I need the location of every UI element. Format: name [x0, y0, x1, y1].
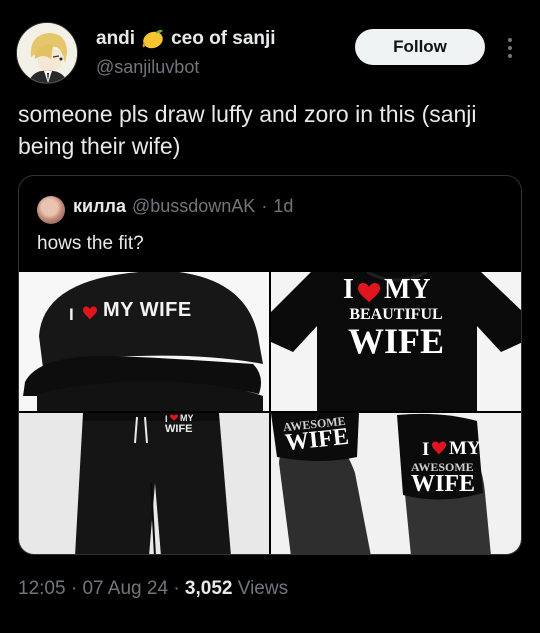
- slide-right-word: WIFE: [411, 471, 476, 497]
- views-count[interactable]: 3,052: [185, 578, 233, 599]
- quote-separator: ·: [261, 196, 268, 216]
- tweet: andi ceo of sanji @sanjiluvbot Follow so…: [0, 0, 540, 633]
- lemon-icon: [141, 28, 165, 50]
- media-grid: I MY WIFE I MY BEAUTIFUL WIFE I MY WIFE …: [19, 272, 521, 554]
- tweet-date[interactable]: 07 Aug 24: [82, 578, 168, 599]
- media-pants-image[interactable]: I MY WIFE: [19, 413, 269, 554]
- tweet-time[interactable]: 12:05: [18, 578, 66, 599]
- media-tshirt-image[interactable]: I MY BEAUTIFUL WIFE: [271, 272, 521, 411]
- tshirt-line-3: WIFE: [347, 321, 444, 361]
- quote-author-name[interactable]: килла: [73, 196, 126, 217]
- media-cap-image[interactable]: I MY WIFE: [19, 272, 269, 411]
- avatar-illustration: [17, 23, 77, 83]
- quote-timestamp[interactable]: 1d: [273, 196, 293, 217]
- cap-print-text: MY WIFE: [103, 299, 192, 321]
- more-options-icon[interactable]: [503, 36, 517, 60]
- author-name-row[interactable]: andi ceo of sanji: [96, 28, 276, 50]
- media-slides-image[interactable]: I AWESOME WIFE MY AWESOME WIFE: [271, 413, 521, 554]
- author-avatar[interactable]: [16, 22, 78, 84]
- tshirt-line-1: MY: [384, 274, 431, 305]
- pants-print-line-2: WIFE: [165, 423, 193, 435]
- svg-text:I: I: [343, 274, 354, 305]
- meta-separator: ·: [173, 578, 180, 599]
- tweet-text: someone pls draw luffy and zoro in this …: [18, 101, 477, 159]
- meta-separator: ·: [70, 578, 78, 599]
- quote-author-avatar[interactable]: [37, 196, 65, 224]
- svg-text:I: I: [422, 439, 429, 460]
- pants-print-line-1: MY: [180, 413, 194, 423]
- follow-button[interactable]: Follow: [355, 29, 485, 65]
- slide-right-line-1: MY: [449, 438, 481, 459]
- author-name-suffix[interactable]: ceo of sanji: [171, 28, 276, 50]
- quote-header: килла @bussdownAK · 1d: [73, 196, 293, 217]
- quote-author-handle[interactable]: @bussdownAK: [132, 196, 255, 217]
- tweet-meta: 12:05 · 07 Aug 24 · 3,052 Views: [18, 578, 288, 600]
- author-display-name[interactable]: andi: [96, 28, 135, 50]
- quote-text: hows the fit?: [37, 233, 144, 254]
- svg-text:I: I: [69, 305, 74, 324]
- author-handle[interactable]: @sanjiluvbot: [96, 57, 199, 78]
- views-label[interactable]: Views: [238, 578, 288, 599]
- quoted-tweet[interactable]: килла @bussdownAK · 1d hows the fit? I M…: [18, 175, 522, 555]
